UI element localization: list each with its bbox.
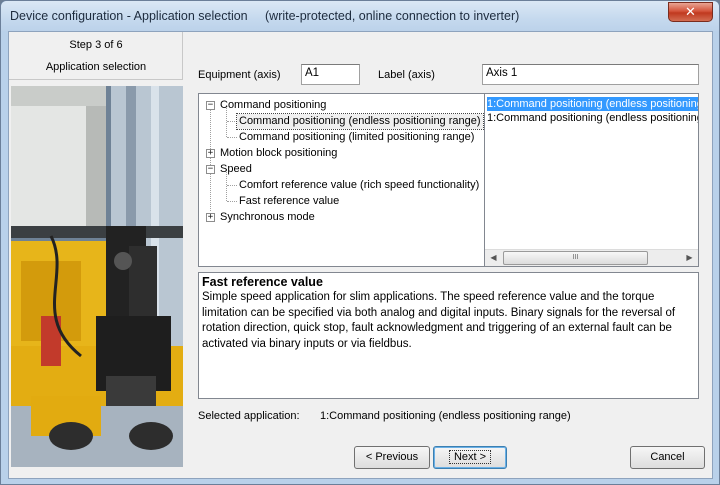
label-field[interactable]: Axis 1 xyxy=(482,64,699,85)
tree-item-fast-reference[interactable]: Fast reference value xyxy=(239,194,339,209)
selected-applications-list[interactable]: 1:Command positioning (endless positioni… xyxy=(484,93,699,267)
collapse-icon[interactable]: − xyxy=(206,165,215,174)
horizontal-scrollbar[interactable]: ◀ III ▶ xyxy=(485,249,698,266)
tree-item-command-positioning[interactable]: Command positioning xyxy=(220,98,326,113)
expand-icon[interactable]: + xyxy=(206,149,215,158)
label-label: Label (axis) xyxy=(378,69,435,81)
tree-item-speed[interactable]: Speed xyxy=(220,162,252,177)
step-panel: Step 3 of 6 Application selection xyxy=(9,32,183,80)
cancel-button-label: Cancel xyxy=(650,451,685,463)
selected-application-label: Selected application: xyxy=(198,410,300,422)
description-box: Fast reference value Simple speed applic… xyxy=(198,272,699,399)
selected-application-value: 1:Command positioning (endless positioni… xyxy=(320,410,571,422)
close-button[interactable]: ✕ xyxy=(668,2,713,22)
tree-item-motion-block[interactable]: Motion block positioning xyxy=(220,146,337,161)
previous-button-label: < Previous xyxy=(365,451,419,463)
close-icon: ✕ xyxy=(685,4,696,19)
cancel-button[interactable]: Cancel xyxy=(630,446,705,469)
scrollbar-thumb[interactable]: III xyxy=(503,251,648,265)
title-bar[interactable]: Device configuration - Application selec… xyxy=(1,1,719,31)
next-button[interactable]: Next > xyxy=(433,446,507,469)
description-text: Simple speed application for slim applic… xyxy=(202,291,676,350)
description-title: Fast reference value xyxy=(202,275,323,289)
step-indicator: Step 3 of 6 xyxy=(69,39,123,51)
scroll-right-icon[interactable]: ▶ xyxy=(681,250,698,266)
tree-item-synchronous[interactable]: Synchronous mode xyxy=(220,210,315,225)
window-title: Device configuration - Application selec… xyxy=(10,9,520,23)
collapse-icon[interactable]: − xyxy=(206,101,215,110)
expand-icon[interactable]: + xyxy=(206,213,215,222)
sidebar-photo xyxy=(11,86,183,467)
list-item[interactable]: 1:Command positioning (endless positioni… xyxy=(487,97,698,111)
application-tree[interactable]: − Command positioning Command positionin… xyxy=(198,93,485,267)
dialog-window: Device configuration - Application selec… xyxy=(0,0,720,485)
tree-item-cp-endless[interactable]: Command positioning (endless positioning… xyxy=(236,113,484,130)
next-button-label: Next > xyxy=(448,450,492,464)
tree-item-comfort-reference[interactable]: Comfort reference value (rich speed func… xyxy=(239,178,479,193)
previous-button[interactable]: < Previous xyxy=(354,446,430,469)
tree-item-cp-limited[interactable]: Command positioning (limited positioning… xyxy=(239,130,474,145)
equipment-label: Equipment (axis) xyxy=(198,69,281,81)
step-name: Application selection xyxy=(45,61,147,73)
list-item[interactable]: 1:Command positioning (endless positioni… xyxy=(487,111,698,125)
dialog-body: Step 3 of 6 Application selection Equipm… xyxy=(8,31,713,479)
equipment-field[interactable]: A1 xyxy=(301,64,360,85)
scroll-left-icon[interactable]: ◀ xyxy=(485,250,502,266)
machine-illustration xyxy=(11,86,183,467)
